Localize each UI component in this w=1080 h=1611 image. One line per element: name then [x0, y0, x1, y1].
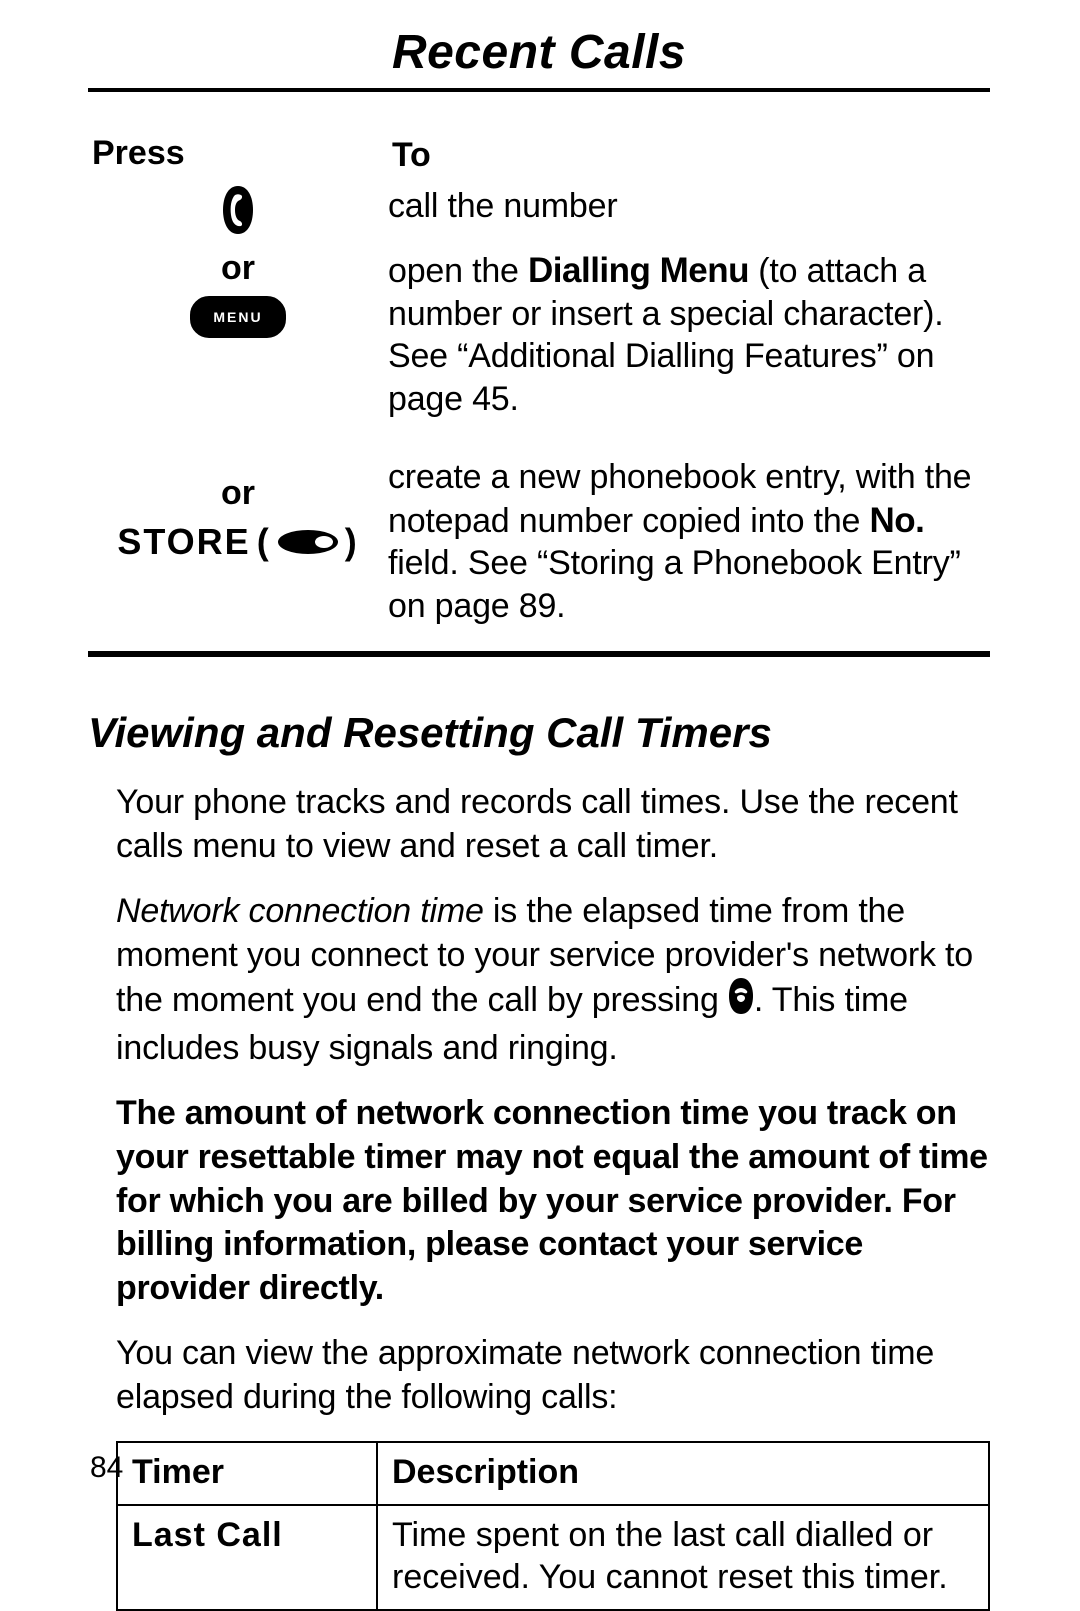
para2-ital: Network connection time: [116, 892, 484, 930]
paragraph-2: Network connection time is the elapsed t…: [116, 890, 990, 1070]
description-header: Description: [377, 1442, 989, 1505]
menu-key-label: MENU: [213, 309, 262, 325]
table-row: Last Call Time spent on the last call di…: [117, 1505, 989, 1610]
store-paren-close: ): [345, 521, 359, 563]
paragraph-4: You can view the approximate network con…: [116, 1332, 990, 1419]
row2-text-a: open the: [388, 252, 528, 290]
section-heading: Viewing and Resetting Call Timers: [88, 709, 990, 757]
call-key-icon: [221, 185, 255, 235]
row3-text-c: field. See “Storing a Phonebook Entry” o…: [388, 544, 961, 625]
no-field-term: No.: [870, 501, 925, 540]
store-text: STORE: [117, 521, 250, 563]
dialling-menu-term: Dialling Menu: [528, 251, 749, 290]
press-to-row-store: or STORE ( ) create a new phonebook entr…: [88, 456, 990, 627]
press-to-row-call: call the number: [88, 185, 990, 235]
chapter-title: Recent Calls: [88, 28, 990, 92]
timer-table: Timer Description Last Call Time spent o…: [116, 1441, 990, 1611]
row1-desc: call the number: [388, 187, 617, 225]
paragraph-1: Your phone tracks and records call times…: [116, 781, 990, 868]
timer-cell-last-call: Last Call: [117, 1505, 377, 1610]
press-header: Press: [92, 134, 185, 173]
store-softkey-label: STORE ( ): [117, 521, 358, 563]
menu-key-icon: MENU: [190, 296, 286, 338]
or-label-1: or: [221, 249, 255, 288]
paragraph-3-bold: The amount of network connection time yo…: [116, 1092, 990, 1310]
press-to-table: Press To call the number: [88, 134, 990, 657]
softkey-oval-icon: [277, 529, 339, 555]
or-label-2: or: [221, 474, 255, 513]
page-number: 84: [90, 1451, 123, 1485]
store-paren-open: (: [257, 521, 271, 563]
timer-table-header-row: Timer Description: [117, 1442, 989, 1505]
desc-cell-last-call: Time spent on the last call dialled or r…: [377, 1505, 989, 1610]
press-to-row-menu: or MENU open the Dialling Menu (to attac…: [88, 249, 990, 420]
end-call-key-icon: [728, 977, 754, 1027]
to-header: To: [392, 136, 431, 174]
timer-header: Timer: [117, 1442, 377, 1505]
press-to-header-row: Press To: [88, 134, 990, 177]
